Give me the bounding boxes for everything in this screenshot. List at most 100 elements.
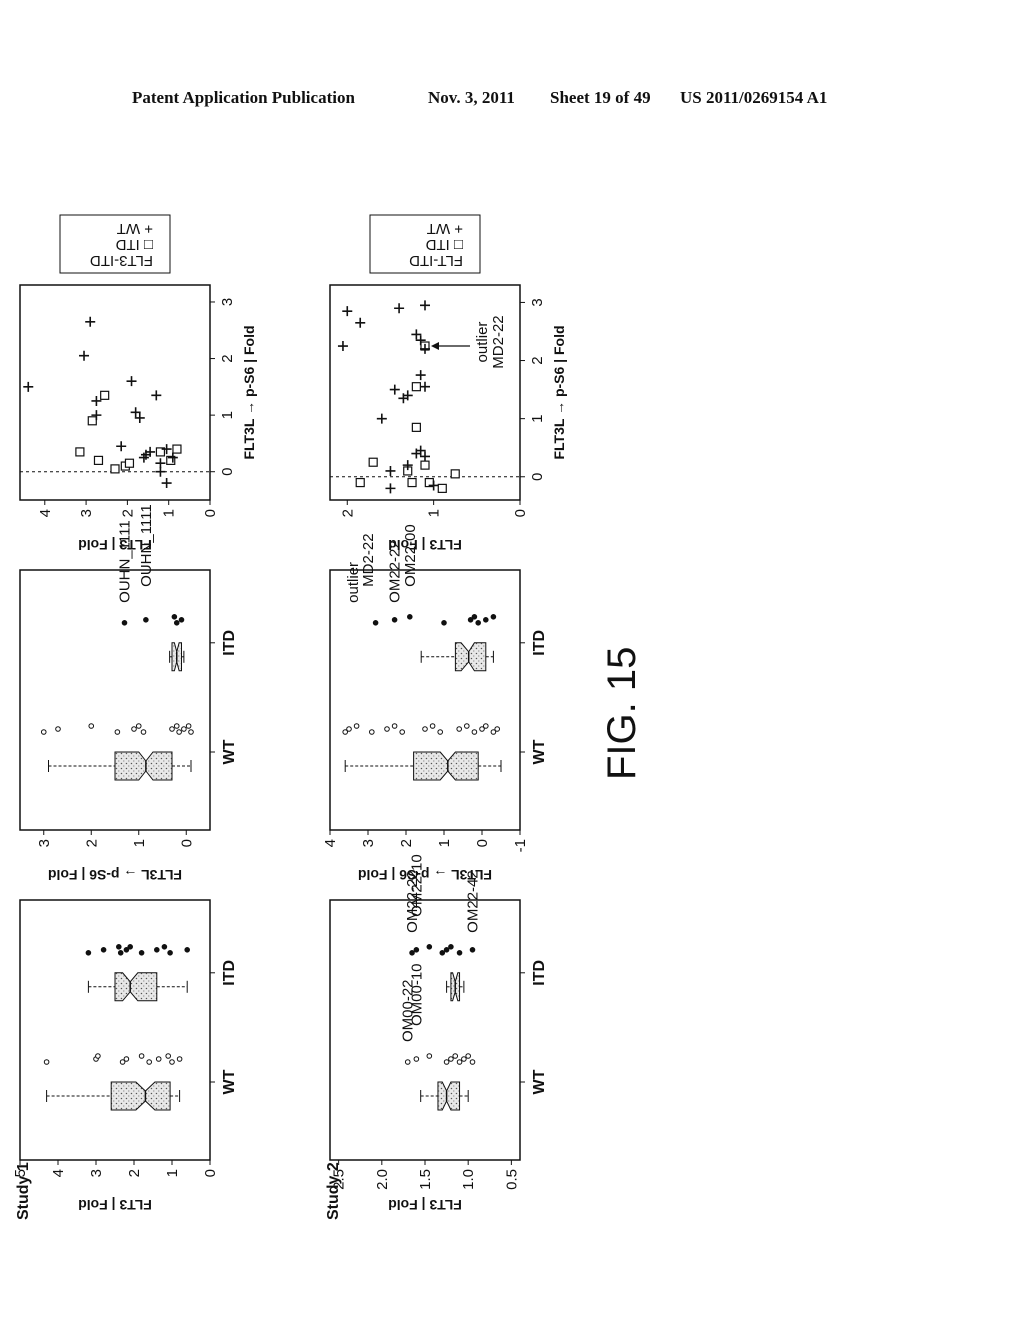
legend-entry-itd: □ ITD xyxy=(115,236,153,253)
y-tick-label: 2 xyxy=(83,839,100,847)
data-point xyxy=(184,946,190,953)
point-annotation: OM00-10 xyxy=(408,963,425,1026)
data-point xyxy=(176,729,182,735)
data-point xyxy=(131,726,137,732)
data-point xyxy=(165,1053,171,1059)
wt-point xyxy=(415,370,426,381)
data-point xyxy=(169,726,175,732)
wt-point xyxy=(420,451,430,462)
x-tick-label: WT xyxy=(221,739,238,764)
wt-point xyxy=(355,317,366,328)
panel-s1_ps6_box: 0123FLT3L → p-S6 | FoldWTITDOUHN_1111 OUH… xyxy=(19,504,238,883)
figure-15: Study 1 Study 2 0 1 2 3 4 5 FLT3 | Fold WT ITD 0 1 2 3… xyxy=(0,210,680,1230)
itd-point xyxy=(437,483,447,493)
wt-point xyxy=(79,350,90,361)
data-point xyxy=(372,619,379,626)
y-axis-label: FLT3 | Fold xyxy=(78,1197,152,1213)
data-point xyxy=(465,1053,471,1059)
itd-point xyxy=(124,458,135,468)
data-point xyxy=(40,729,47,735)
wt-point xyxy=(420,300,430,311)
x-tick-label: ITD xyxy=(531,960,548,986)
wt-point xyxy=(389,384,400,395)
x-tick-label: WT xyxy=(531,1069,548,1094)
figure-panels: Study 1 Study 2012345FLT3 | FoldWTITD0123… xyxy=(12,214,567,1220)
data-point xyxy=(471,613,478,620)
y-tick-label: 1 xyxy=(164,1169,181,1177)
data-point xyxy=(353,723,360,729)
wt-point xyxy=(126,376,137,387)
itd-point xyxy=(368,457,378,467)
data-point xyxy=(114,729,121,735)
y-tick-label: 2.0 xyxy=(374,1169,391,1190)
y-axis-label: FLT3L → p-S6 | Fold xyxy=(358,867,492,883)
panel-s1_scatter: 0 1 2 3 4 FLT3 | Fold 0 1 2 3 FLT3L → p-S6 | Fold F… xyxy=(19,214,257,553)
y-tick-label: 5 xyxy=(12,1169,29,1177)
legend-entry-itd: □ ITD xyxy=(425,236,463,253)
panel-s2_flt3_box: 0.51.01.52.02.5FLT3 | FoldWTITDOM00-22OM… xyxy=(329,854,548,1213)
data-point xyxy=(464,723,470,729)
panel-s2_ps6_box: -101234FLT3L → p-S6 | FoldWTITDoutlierMD… xyxy=(322,524,548,883)
data-point xyxy=(135,723,142,729)
plot-frame xyxy=(19,569,211,831)
box-WT xyxy=(437,1081,461,1111)
wt-point xyxy=(85,316,96,327)
data-point xyxy=(456,1059,463,1065)
y-tick-label: 2 xyxy=(398,839,415,847)
data-point xyxy=(43,1059,50,1065)
data-point xyxy=(169,1059,175,1065)
data-point xyxy=(171,613,178,620)
x-tick-label: 2 xyxy=(219,354,236,362)
data-point xyxy=(161,943,168,950)
wt-point xyxy=(116,441,127,452)
data-point xyxy=(490,613,497,620)
itd-point xyxy=(420,460,430,470)
y-tick-label: 1 xyxy=(426,509,443,517)
y-axis-label: FLT3 | Fold xyxy=(388,1197,462,1213)
y-tick-label: 1.5 xyxy=(417,1169,434,1190)
x-tick-label: 1 xyxy=(529,414,546,422)
patent-number: US 2011/0269154 A1 xyxy=(680,88,828,107)
legend-entry-wt: + WT xyxy=(117,220,153,237)
data-point xyxy=(176,1056,183,1062)
data-point xyxy=(155,1056,162,1062)
data-point xyxy=(138,1053,145,1059)
point-annotation: MD2-22 xyxy=(360,533,377,586)
y-tick-label: 0 xyxy=(202,1169,219,1177)
sheet-number: Sheet 19 of 49 xyxy=(550,88,651,107)
data-point xyxy=(173,619,180,626)
data-point xyxy=(426,943,433,950)
data-point xyxy=(185,723,192,729)
data-point xyxy=(469,1059,476,1065)
data-point xyxy=(483,616,489,623)
legend-title: FLT-ITD xyxy=(409,252,463,269)
data-point xyxy=(471,729,478,735)
itd-point xyxy=(407,477,417,488)
data-point xyxy=(483,723,489,729)
y-axis-label: FLT3 | Fold xyxy=(388,537,462,553)
data-point xyxy=(413,946,420,953)
wt-point xyxy=(91,395,102,406)
y-tick-label: 1 xyxy=(161,509,178,517)
wt-point xyxy=(342,306,353,317)
itd-point xyxy=(450,469,460,479)
itd-point xyxy=(411,382,421,392)
y-tick-label: 1.0 xyxy=(460,1169,477,1190)
itd-point xyxy=(110,464,120,474)
data-point xyxy=(55,726,61,732)
data-point xyxy=(437,729,444,735)
box-ITD xyxy=(114,972,158,1002)
y-tick-label: 4 xyxy=(50,1169,67,1177)
data-point xyxy=(384,726,390,732)
x-tick-label: 3 xyxy=(529,298,546,306)
y-tick-label: 4 xyxy=(322,839,339,847)
y-tick-label: 3 xyxy=(360,839,377,847)
y-tick-label: 1 xyxy=(436,839,453,847)
itd-point xyxy=(93,455,104,465)
publication-date: Nov. 3, 2011 xyxy=(428,88,515,107)
y-tick-label: -1 xyxy=(512,839,529,852)
data-point xyxy=(426,1053,433,1059)
data-point xyxy=(138,949,145,956)
y-axis-label: FLT3 | Fold xyxy=(78,537,152,553)
data-point xyxy=(369,729,375,735)
